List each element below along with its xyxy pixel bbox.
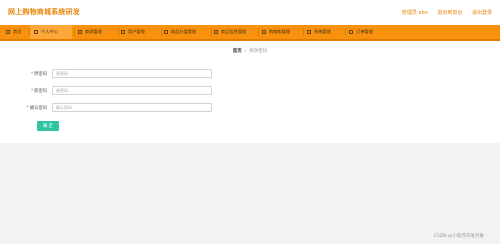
nav-item-system-management[interactable]: 系统管理 [307, 25, 331, 39]
form-row-confirm-password: *确认密码 [0, 103, 220, 113]
main-nav: 首页 个人中心 商家管理 用户管理 商品分类管理 商品信息管理 购物车管理 系统… [0, 25, 500, 41]
nav-item-label: 订单管理 [356, 29, 373, 34]
new-password-label: *新密码 [31, 88, 47, 94]
user-icon [34, 30, 38, 34]
nav-item-order-management[interactable]: 订单管理 [349, 25, 373, 39]
settings-icon [307, 30, 311, 34]
old-password-label-text: 原密码 [34, 72, 47, 77]
confirm-password-label: *确认密码 [27, 105, 47, 111]
nav-item-label: 系统管理 [314, 29, 331, 34]
current-user-label: 管理员 abo [401, 10, 428, 16]
nav-item-label: 个人中心 [41, 29, 58, 34]
home-icon [6, 30, 10, 34]
breadcrumb-home-link[interactable]: 首页 [233, 49, 242, 54]
app-title: 网上购物商城系统研发 [8, 8, 80, 16]
breadcrumb-separator: / [244, 49, 247, 54]
new-password-label-text: 新密码 [34, 89, 47, 94]
nav-item-label: 商品分类管理 [171, 29, 197, 34]
logout-link[interactable]: 退出登录 [472, 10, 492, 16]
nav-item-cart-management[interactable]: 购物车管理 [262, 25, 290, 39]
category-icon [164, 30, 168, 34]
store-icon [78, 30, 82, 34]
nav-item-home[interactable]: 首页 [6, 25, 26, 39]
nav-divider [211, 28, 212, 36]
change-password-panel: *原密码 *新密码 *确认密码 确 定 [0, 61, 500, 143]
nav-item-label: 购物车管理 [269, 29, 290, 34]
nav-divider [258, 28, 259, 36]
form-row-old-password: *原密码 [0, 69, 220, 79]
nav-item-label: 用户管理 [128, 29, 145, 34]
new-password-input[interactable] [52, 86, 212, 95]
nav-item-label: 商品信息管理 [221, 29, 247, 34]
users-icon [121, 30, 125, 34]
required-mark: * [30, 72, 34, 77]
nav-item-label: 商家管理 [85, 29, 102, 34]
breadcrumb: 首页 / 修改密码 [0, 48, 500, 54]
back-to-frontend-link[interactable]: 退出到前台 [437, 10, 462, 16]
required-mark: * [26, 106, 29, 111]
order-icon [349, 30, 353, 34]
nav-item-label: 首页 [13, 29, 22, 34]
nav-item-product-management[interactable]: 商品信息管理 [214, 25, 246, 39]
top-header: 网上购物商城系统研发 管理员 abo 退出到前台 退出登录 [0, 0, 500, 25]
nav-divider [345, 28, 346, 36]
top-links: 管理员 abo 退出到前台 退出登录 [394, 9, 492, 16]
nav-item-personal-center[interactable]: 个人中心 [30, 25, 72, 39]
old-password-input[interactable] [52, 69, 212, 78]
submit-button[interactable]: 确 定 [37, 121, 59, 131]
old-password-label: *原密码 [31, 71, 47, 77]
nav-divider [161, 28, 162, 36]
cart-icon [262, 30, 266, 34]
watermark: CSDN @小程序开发对象 [433, 234, 484, 239]
product-icon [214, 30, 218, 34]
nav-item-user-management[interactable]: 用户管理 [121, 25, 145, 39]
confirm-password-label-text: 确认密码 [29, 106, 47, 111]
breadcrumb-current: 修改密码 [249, 49, 268, 54]
nav-divider [118, 28, 119, 36]
nav-item-category-management[interactable]: 商品分类管理 [164, 25, 196, 39]
form-row-new-password: *新密码 [0, 86, 220, 96]
nav-item-merchant-management[interactable]: 商家管理 [78, 25, 102, 39]
required-mark: * [30, 89, 34, 94]
nav-divider [74, 28, 75, 36]
breadcrumb-bar: 首页 / 修改密码 [0, 41, 500, 61]
nav-divider [303, 28, 304, 36]
confirm-password-input[interactable] [52, 103, 212, 112]
